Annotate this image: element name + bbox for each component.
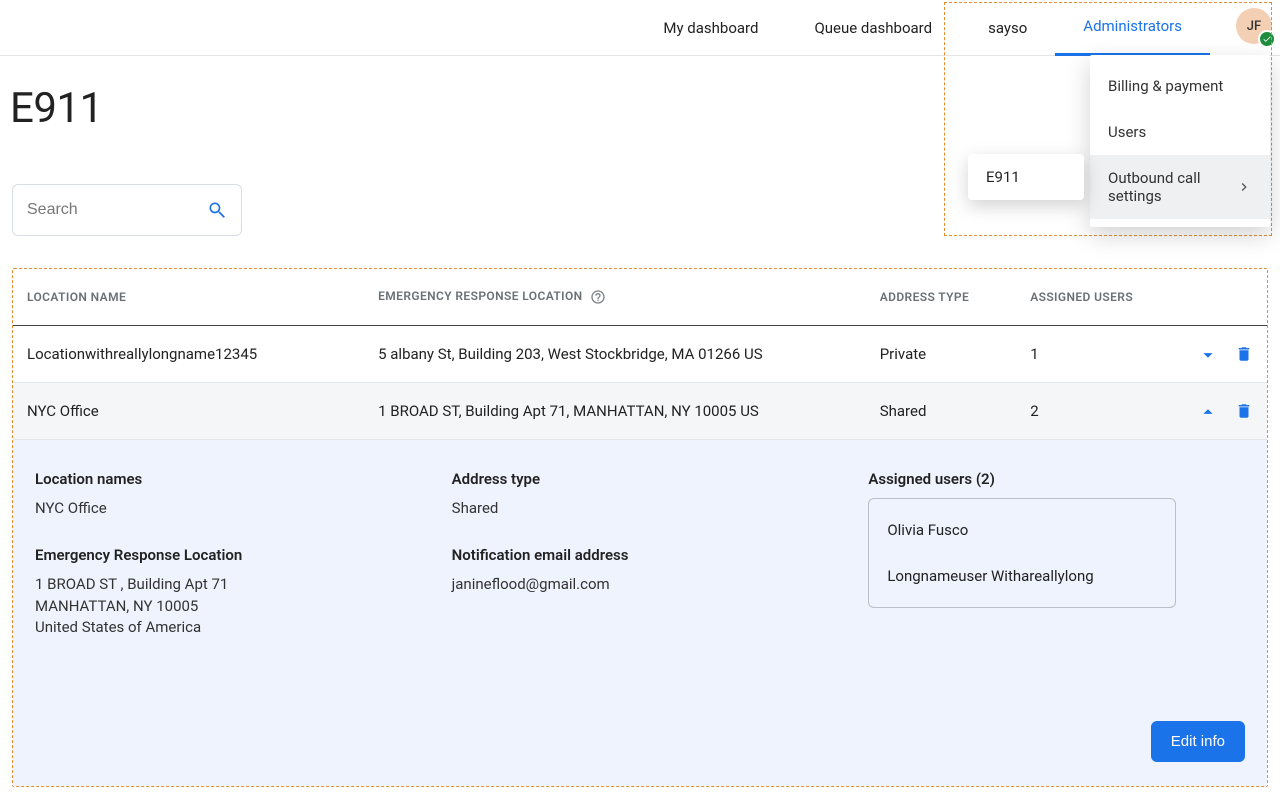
cell-erl: 5 albany St, Building 203, West Stockbri… — [364, 326, 866, 383]
value-location-names: NYC Office — [35, 498, 412, 520]
tab-queue-dashboard[interactable]: Queue dashboard — [786, 0, 960, 56]
help-icon[interactable] — [590, 289, 606, 305]
cell-location-name: NYC Office — [13, 383, 364, 440]
col-address-type: ADDRESS TYPE — [866, 269, 1016, 326]
user-avatar[interactable]: JF — [1236, 8, 1272, 44]
assigned-user-item: Longnameuser Withareallylong — [869, 553, 1175, 599]
expand-row-icon[interactable] — [1197, 344, 1217, 364]
tab-my-dashboard[interactable]: My dashboard — [635, 0, 786, 56]
search-icon[interactable] — [207, 200, 227, 220]
delete-icon[interactable] — [1235, 401, 1253, 421]
col-actions — [1167, 269, 1267, 326]
table-row[interactable]: NYC Office 1 BROAD ST, Building Apt 71, … — [13, 383, 1267, 440]
search-box[interactable] — [12, 184, 242, 236]
delete-icon[interactable] — [1235, 344, 1253, 364]
col-location-name: LOCATION NAME — [13, 269, 364, 326]
cell-location-name: Locationwithreallylongname12345 — [13, 326, 364, 383]
avatar-initials: JF — [1247, 19, 1261, 34]
tab-sayso[interactable]: sayso — [960, 0, 1055, 56]
submenu-e911[interactable]: E911 — [968, 154, 1084, 200]
cell-erl: 1 BROAD ST, Building Apt 71, MANHATTAN, … — [364, 383, 866, 440]
table-row[interactable]: Locationwithreallylongname12345 5 albany… — [13, 326, 1267, 383]
col-erl-label: EMERGENCY RESPONSE LOCATION — [378, 289, 582, 303]
check-badge-icon — [1258, 30, 1276, 48]
top-nav-tabs: My dashboard Queue dashboard sayso Admin… — [635, 0, 1264, 56]
label-location-names: Location names — [35, 470, 412, 488]
cell-actions — [1167, 383, 1267, 440]
label-notification-email: Notification email address — [452, 546, 829, 564]
table-header-row: LOCATION NAME EMERGENCY RESPONSE LOCATIO… — [13, 269, 1267, 326]
chevron-right-icon — [1236, 179, 1252, 195]
menu-item-billing[interactable]: Billing & payment — [1090, 63, 1270, 109]
value-notification-email: janineflood@gmail.com — [452, 574, 829, 596]
label-address-type: Address type — [452, 470, 829, 488]
top-nav: My dashboard Queue dashboard sayso Admin… — [0, 0, 1280, 56]
administrators-menu: Billing & payment Users Outbound call se… — [1090, 55, 1270, 227]
cell-assigned-users: 1 — [1016, 326, 1166, 383]
erl-line2: MANHATTAN, NY 10005 — [35, 596, 412, 618]
collapse-row-icon[interactable] — [1197, 401, 1217, 421]
value-address-type: Shared — [452, 498, 829, 520]
menu-item-users[interactable]: Users — [1090, 109, 1270, 155]
page-title: E911 — [10, 84, 103, 133]
assigned-user-item: Olivia Fusco — [869, 507, 1175, 553]
locations-table: LOCATION NAME EMERGENCY RESPONSE LOCATIO… — [13, 269, 1267, 786]
search-input[interactable] — [27, 201, 207, 219]
menu-item-label: Outbound call settings — [1108, 169, 1236, 205]
row-detail-panel: Location names NYC Office Emergency Resp… — [13, 440, 1267, 786]
cell-assigned-users: 2 — [1016, 383, 1166, 440]
erl-line3: United States of America — [35, 617, 412, 639]
label-assigned-users: Assigned users (2) — [868, 470, 1245, 488]
submenu-label: E911 — [986, 168, 1020, 186]
locations-table-region: LOCATION NAME EMERGENCY RESPONSE LOCATIO… — [12, 268, 1268, 787]
assigned-users-list: Olivia Fusco Longnameuser Withareallylon… — [868, 498, 1176, 608]
erl-line1: 1 BROAD ST , Building Apt 71 — [35, 574, 412, 596]
cell-address-type: Shared — [866, 383, 1016, 440]
col-emergency-response-location: EMERGENCY RESPONSE LOCATION — [364, 269, 866, 326]
col-assigned-users: ASSIGNED USERS — [1016, 269, 1166, 326]
cell-actions — [1167, 326, 1267, 383]
cell-address-type: Private — [866, 326, 1016, 383]
edit-info-button[interactable]: Edit info — [1151, 721, 1245, 762]
label-erl: Emergency Response Location — [35, 546, 412, 564]
value-erl: 1 BROAD ST , Building Apt 71 MANHATTAN, … — [35, 574, 412, 639]
page-body: E911 LOCATION NAME EMERGENCY RESPONSE LO… — [0, 56, 1280, 807]
menu-item-label: Users — [1108, 123, 1146, 141]
tab-administrators[interactable]: Administrators — [1055, 0, 1210, 56]
table-row-detail: Location names NYC Office Emergency Resp… — [13, 440, 1267, 787]
menu-item-label: Billing & payment — [1108, 77, 1223, 95]
menu-item-outbound-call-settings[interactable]: Outbound call settings — [1090, 155, 1270, 219]
